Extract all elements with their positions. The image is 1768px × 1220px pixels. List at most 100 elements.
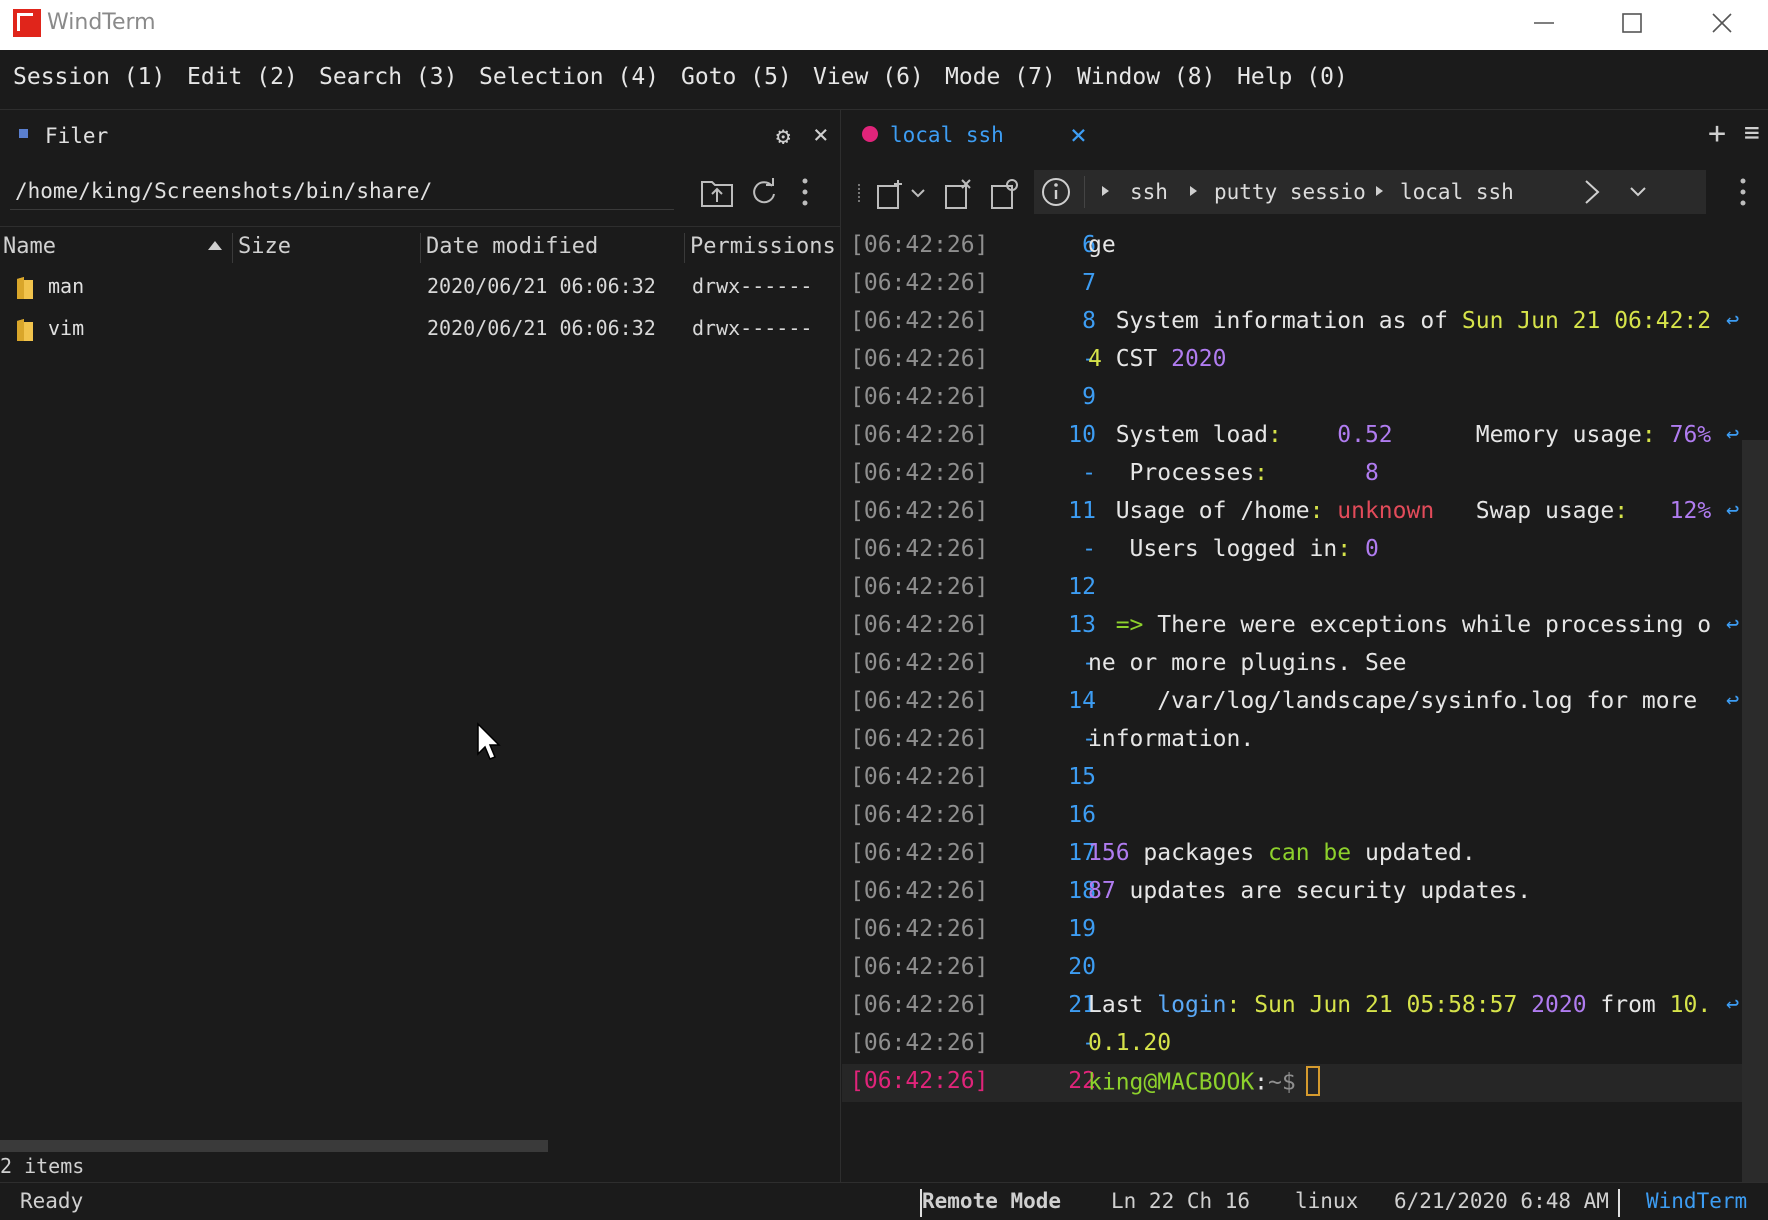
line-text: Processes: 8	[1088, 460, 1379, 486]
status-app[interactable]: WindTerm	[1646, 1189, 1747, 1213]
line-number: 19	[1068, 916, 1096, 942]
text-segment: 156	[1088, 840, 1130, 866]
menu-session[interactable]: Session (1)	[13, 64, 165, 90]
breadcrumb-item[interactable]: ssh	[1130, 180, 1168, 204]
text-segment: =>	[1088, 612, 1158, 638]
column-name[interactable]: Name	[3, 234, 56, 259]
breadcrumb-item[interactable]: local ssh	[1400, 180, 1514, 204]
chevron-right-icon[interactable]	[1582, 178, 1602, 206]
line-text: information.	[1088, 726, 1254, 752]
minimize-button[interactable]	[1508, 0, 1578, 44]
tab-local-ssh[interactable]: local ssh ×	[842, 110, 1102, 160]
refresh-icon[interactable]	[748, 176, 778, 208]
file-permissions: drwx------	[692, 274, 813, 298]
text-segment: updated.	[1351, 840, 1476, 866]
more-options-icon[interactable]	[800, 176, 810, 208]
line-text: /var/log/landscape/sysinfo.log for more	[1088, 688, 1711, 714]
terminal-line: [06:42:26] -4 CST 2020	[842, 342, 1742, 380]
upload-folder-icon[interactable]	[700, 176, 734, 208]
tab-menu-icon[interactable]: ≡	[1744, 118, 1760, 148]
text-segment: 76%	[1655, 422, 1712, 448]
more-options-icon[interactable]	[1738, 176, 1748, 208]
column-date-modified[interactable]: Date modified	[426, 234, 598, 259]
line-text: 156 packages can be updated.	[1088, 840, 1476, 866]
line-timestamp: [06:42:26]	[850, 1030, 989, 1056]
line-number: 9	[1082, 384, 1096, 410]
filer-panel: Filer ⚙ × /home/king/Screenshots/bin/sha…	[0, 110, 841, 1182]
text-segment: :	[1337, 536, 1365, 562]
status-os[interactable]: linux	[1295, 1189, 1358, 1213]
file-date: 2020/06/21 06:06:32	[427, 274, 656, 298]
menu-view[interactable]: View (6)	[813, 64, 924, 90]
menu-help[interactable]: Help (0)	[1237, 64, 1348, 90]
column-divider[interactable]	[684, 233, 685, 263]
terminal-line: [06:42:26] 13 => There were exceptions wh…	[842, 608, 1742, 646]
terminal-line: [06:42:26] - Processes: 8	[842, 456, 1742, 494]
info-icon[interactable]	[1040, 176, 1072, 208]
gear-icon[interactable]: ⚙	[776, 122, 790, 150]
window-title: WindTerm	[47, 10, 156, 35]
text-segment: ge	[1088, 232, 1116, 258]
menu-edit[interactable]: Edit (2)	[187, 64, 298, 90]
horizontal-scrollbar[interactable]	[0, 1140, 548, 1152]
text-segment: from	[1586, 992, 1670, 1018]
line-timestamp: [06:42:26]	[850, 688, 989, 714]
column-divider[interactable]	[420, 233, 421, 263]
text-segment: ~$	[1268, 1069, 1296, 1096]
text-segment: System load	[1088, 422, 1269, 448]
chevron-down-icon[interactable]	[1628, 182, 1648, 202]
column-permissions[interactable]: Permissions	[690, 234, 836, 259]
text-segment: updates are security updates.	[1115, 878, 1532, 904]
text-segment: 10.	[1669, 992, 1712, 1018]
line-timestamp: [06:42:26]	[850, 916, 989, 942]
terminal-line: [06:42:26] 22 king@MACBOOK:~$	[842, 1064, 1742, 1102]
status-position[interactable]: Ln 22 Ch 16	[1111, 1189, 1250, 1213]
path-input[interactable]: /home/king/Screenshots/bin/share/	[10, 170, 674, 210]
duplicate-session-icon[interactable]	[990, 178, 1020, 210]
maximize-button[interactable]	[1596, 0, 1666, 44]
menu-window[interactable]: Window (8)	[1077, 64, 1215, 90]
new-session-icon[interactable]	[876, 178, 930, 210]
text-segment: :	[1614, 498, 1629, 524]
title-bar: WindTerm	[0, 0, 1768, 50]
file-row[interactable]: man 2020/06/21 06:06:32 drwx------	[0, 266, 841, 308]
status-datetime: 6/21/2020 6:48 AM	[1394, 1189, 1609, 1213]
terminal-line: [06:42:26] 15	[842, 760, 1742, 798]
file-permissions: drwx------	[692, 316, 813, 340]
vertical-scrollbar[interactable]	[1742, 440, 1768, 1182]
line-number: 15	[1068, 764, 1096, 790]
text-cursor	[1305, 1066, 1320, 1096]
menu-mode[interactable]: Mode (7)	[945, 64, 1056, 90]
terminal-line: [06:42:26] 17 156 packages can be updated.	[842, 836, 1742, 874]
terminal-line: [06:42:26] 14 /var/log/landscape/sysinfo.…	[842, 684, 1742, 722]
new-tab-icon[interactable]: +	[1708, 116, 1726, 151]
line-text: System information as of Sun Jun 21 06:4…	[1088, 308, 1711, 334]
menu-goto[interactable]: Goto (5)	[681, 64, 792, 90]
menu-search[interactable]: Search (3)	[319, 64, 457, 90]
terminal-line: [06:42:26] 19	[842, 912, 1742, 950]
close-window-button[interactable]	[1686, 0, 1756, 44]
close-icon[interactable]: ×	[813, 120, 829, 150]
line-text: king@MACBOOK:~$	[1088, 1066, 1320, 1098]
status-mode[interactable]: Remote Mode	[922, 1189, 1061, 1213]
close-session-icon[interactable]	[944, 178, 974, 210]
terminal-line: [06:42:26] 10 System load: 0.52 Memory us…	[842, 418, 1742, 456]
line-number: 13	[1068, 612, 1096, 638]
close-tab-icon[interactable]: ×	[1070, 118, 1087, 151]
text-segment: :	[1309, 498, 1338, 524]
menu-selection[interactable]: Selection (4)	[479, 64, 659, 90]
column-size[interactable]: Size	[238, 234, 291, 259]
line-number: -	[1082, 1030, 1096, 1056]
line-number: -	[1082, 346, 1096, 372]
file-row[interactable]: vim 2020/06/21 06:06:32 drwx------	[0, 308, 841, 350]
text-segment: Processes	[1088, 460, 1255, 486]
session-status-dot	[862, 126, 878, 142]
filer-panel-icon	[19, 129, 28, 138]
drag-handle-icon[interactable]	[856, 178, 862, 208]
maximize-icon	[1622, 13, 1642, 33]
session-breadcrumb: ssh putty sessio local ssh	[1034, 170, 1706, 214]
line-number: 16	[1068, 802, 1096, 828]
line-timestamp: [06:42:26]	[850, 498, 989, 524]
breadcrumb-item[interactable]: putty sessio	[1214, 180, 1366, 204]
column-divider[interactable]	[232, 233, 233, 263]
